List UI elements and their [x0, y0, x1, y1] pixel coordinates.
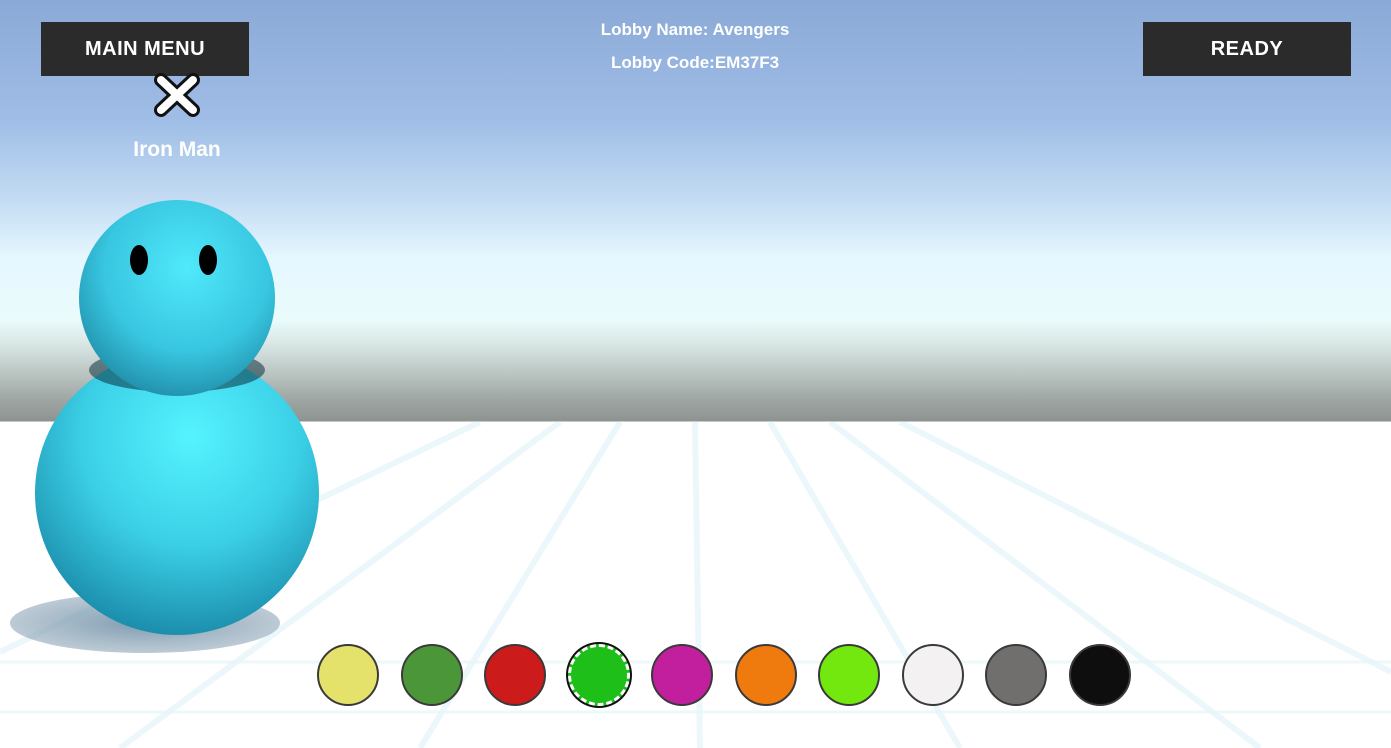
close-x-icon[interactable] [153, 72, 201, 118]
game-scene: MAIN MENU READY Lobby Name: Avengers Lob… [0, 0, 1391, 748]
main-menu-button[interactable]: MAIN MENU [41, 22, 249, 76]
color-swatch-orange[interactable] [734, 644, 797, 706]
color-swatch-bright-green[interactable] [567, 644, 630, 706]
character-eye-left [130, 245, 148, 275]
player-name-label: Iron Man [133, 138, 221, 161]
color-swatch-green[interactable] [400, 644, 463, 706]
snowman-character [10, 200, 319, 653]
color-swatch-lime[interactable] [818, 644, 880, 706]
lobby-code-label: Lobby Code:EM37F3 [610, 53, 780, 72]
lobby-name-label: Lobby Name: Avengers [600, 20, 790, 39]
color-swatch-gray[interactable] [985, 644, 1047, 706]
character-head [79, 200, 275, 396]
color-swatch-magenta[interactable] [651, 644, 713, 706]
ready-button[interactable]: READY [1143, 22, 1351, 76]
color-swatch-white[interactable] [901, 644, 964, 706]
color-swatch-black[interactable] [1068, 644, 1131, 706]
color-swatch-yellow[interactable] [317, 644, 379, 706]
color-swatch-red[interactable] [484, 644, 546, 706]
character-eye-right [199, 245, 217, 275]
